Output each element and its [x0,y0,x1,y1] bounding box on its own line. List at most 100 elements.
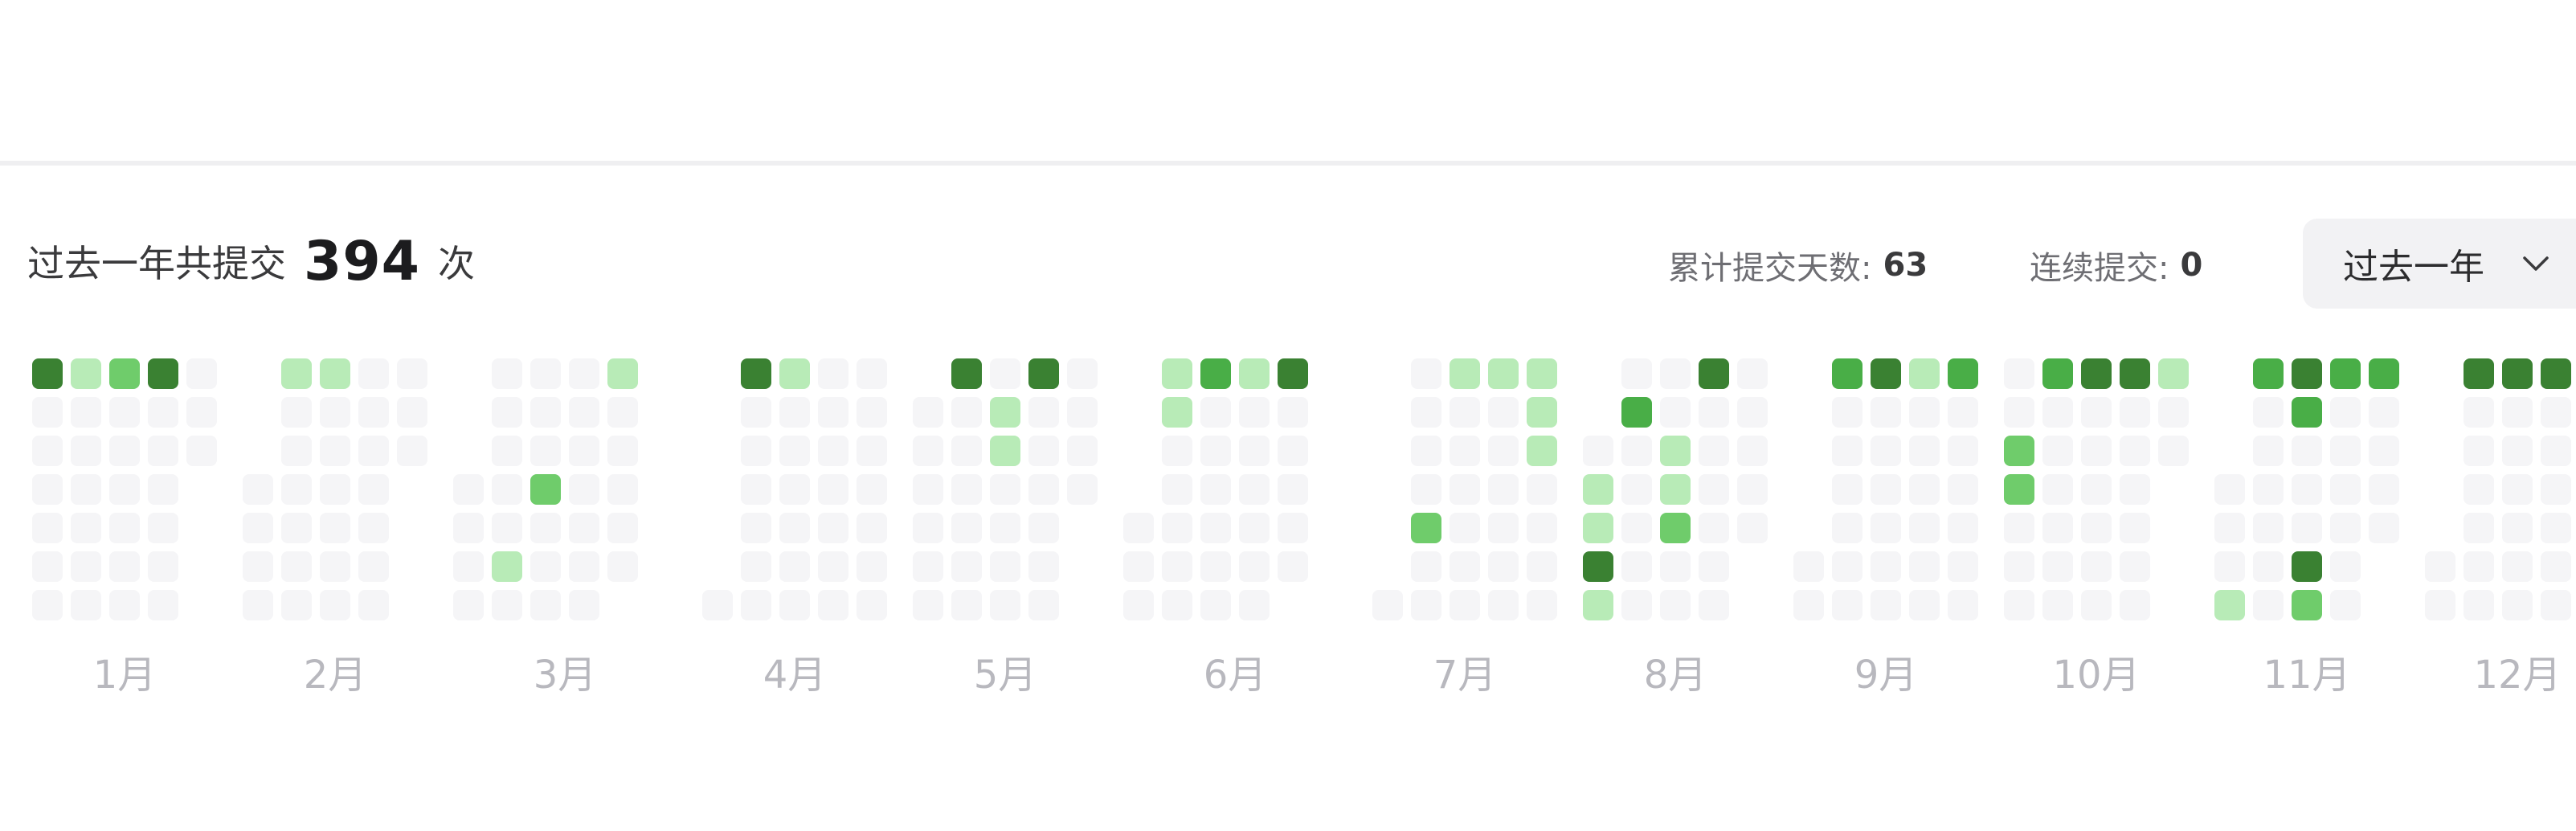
day-cell[interactable] [1028,551,1059,582]
day-cell[interactable] [1793,590,1824,620]
day-cell[interactable] [492,513,522,543]
day-cell[interactable] [1488,436,1519,466]
day-cell[interactable] [2004,551,2034,582]
day-cell[interactable] [569,513,599,543]
day-cell[interactable] [1200,358,1231,389]
day-cell[interactable] [530,551,561,582]
day-cell[interactable] [2330,397,2361,428]
day-cell[interactable] [148,551,178,582]
day-cell[interactable] [281,551,312,582]
day-cell[interactable] [1737,513,1768,543]
day-cell[interactable] [1871,474,1901,505]
day-cell[interactable] [2253,551,2284,582]
day-cell[interactable] [358,551,389,582]
day-cell[interactable] [2502,436,2533,466]
day-cell[interactable] [2081,397,2112,428]
day-cell[interactable] [741,397,771,428]
day-cell[interactable] [2004,590,2034,620]
day-cell[interactable] [1067,358,1098,389]
day-cell[interactable] [2541,513,2571,543]
day-cell[interactable] [492,551,522,582]
day-cell[interactable] [1583,551,1613,582]
day-cell[interactable] [1660,590,1691,620]
day-cell[interactable] [530,590,561,620]
day-cell[interactable] [530,358,561,389]
day-cell[interactable] [1411,590,1441,620]
day-cell[interactable] [2502,397,2533,428]
day-cell[interactable] [2214,513,2245,543]
day-cell[interactable] [741,551,771,582]
day-cell[interactable] [2464,590,2494,620]
day-cell[interactable] [990,474,1020,505]
day-cell[interactable] [1411,551,1441,582]
day-cell[interactable] [1527,474,1557,505]
day-cell[interactable] [1793,551,1824,582]
day-cell[interactable] [857,358,887,389]
day-cell[interactable] [818,358,848,389]
day-cell[interactable] [1372,590,1403,620]
day-cell[interactable] [2502,513,2533,543]
day-cell[interactable] [1699,590,1729,620]
day-cell[interactable] [1067,474,1098,505]
day-cell[interactable] [951,474,982,505]
day-cell[interactable] [1527,590,1557,620]
day-cell[interactable] [1028,590,1059,620]
day-cell[interactable] [2541,551,2571,582]
day-cell[interactable] [148,474,178,505]
day-cell[interactable] [1450,590,1480,620]
day-cell[interactable] [2330,551,2361,582]
day-cell[interactable] [1621,397,1652,428]
day-cell[interactable] [243,590,273,620]
day-cell[interactable] [1527,513,1557,543]
day-cell[interactable] [2541,590,2571,620]
day-cell[interactable] [951,436,982,466]
day-cell[interactable] [951,590,982,620]
day-cell[interactable] [607,358,638,389]
day-cell[interactable] [1948,397,1978,428]
day-cell[interactable] [2081,358,2112,389]
day-cell[interactable] [1832,474,1862,505]
day-cell[interactable] [1200,513,1231,543]
day-cell[interactable] [857,436,887,466]
day-cell[interactable] [1239,513,1270,543]
day-cell[interactable] [913,551,943,582]
day-cell[interactable] [818,513,848,543]
day-cell[interactable] [1239,474,1270,505]
day-cell[interactable] [2330,358,2361,389]
day-cell[interactable] [2081,474,2112,505]
day-cell[interactable] [1699,513,1729,543]
day-cell[interactable] [2004,358,2034,389]
day-cell[interactable] [243,474,273,505]
day-cell[interactable] [741,590,771,620]
day-cell[interactable] [1909,358,1940,389]
day-cell[interactable] [71,551,101,582]
day-cell[interactable] [148,436,178,466]
day-cell[interactable] [358,397,389,428]
day-cell[interactable] [320,551,350,582]
day-cell[interactable] [453,551,484,582]
day-cell[interactable] [281,590,312,620]
day-cell[interactable] [2042,513,2073,543]
day-cell[interactable] [1699,358,1729,389]
day-cell[interactable] [1699,474,1729,505]
day-cell[interactable] [492,590,522,620]
day-cell[interactable] [1621,513,1652,543]
day-cell[interactable] [2464,551,2494,582]
day-cell[interactable] [2369,358,2399,389]
day-cell[interactable] [1123,590,1154,620]
day-cell[interactable] [1660,436,1691,466]
day-cell[interactable] [281,397,312,428]
day-cell[interactable] [1832,397,1862,428]
day-cell[interactable] [2253,436,2284,466]
day-cell[interactable] [358,358,389,389]
day-cell[interactable] [1699,551,1729,582]
day-cell[interactable] [2330,513,2361,543]
day-cell[interactable] [71,474,101,505]
day-cell[interactable] [1450,397,1480,428]
day-cell[interactable] [951,513,982,543]
day-cell[interactable] [1583,590,1613,620]
day-cell[interactable] [990,513,1020,543]
day-cell[interactable] [109,358,140,389]
day-cell[interactable] [243,513,273,543]
day-cell[interactable] [1162,436,1192,466]
